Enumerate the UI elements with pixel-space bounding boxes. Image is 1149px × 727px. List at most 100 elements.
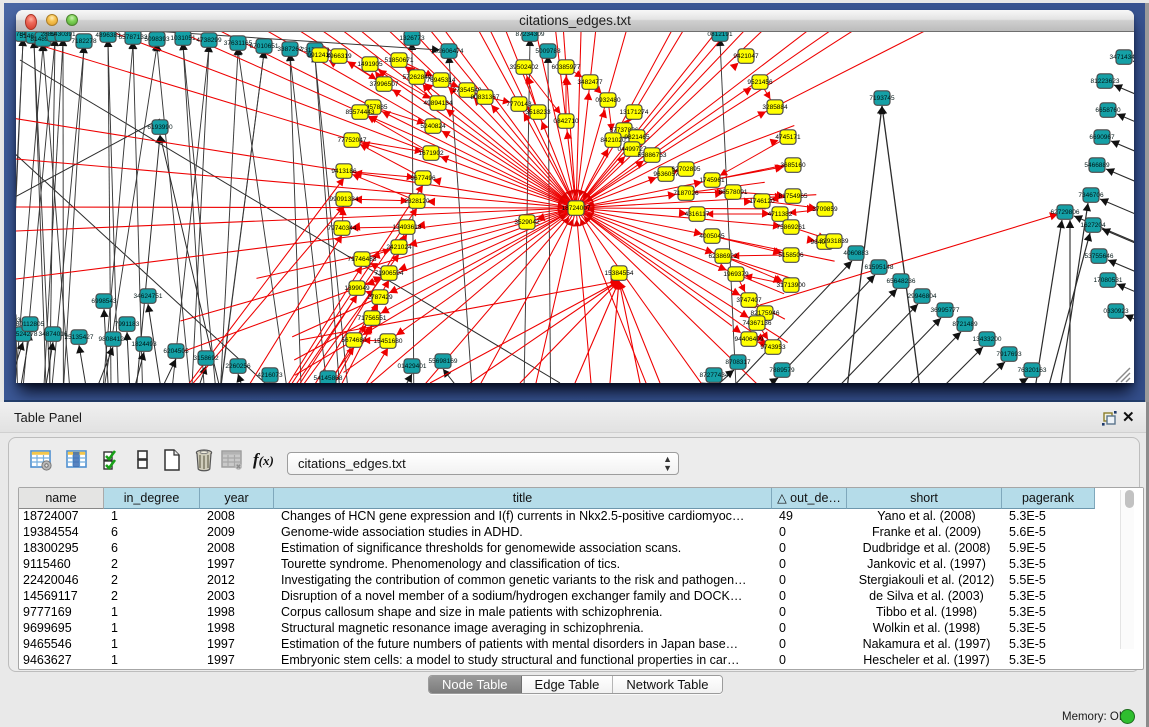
svg-text:5674680: 5674680 <box>341 337 367 344</box>
svg-text:75869261: 75869261 <box>777 224 806 231</box>
svg-text:1671902: 1671902 <box>418 150 444 157</box>
svg-text:55698169: 55698169 <box>429 358 458 365</box>
svg-text:6998543: 6998543 <box>91 298 117 305</box>
svg-text:76945314: 76945314 <box>427 77 456 84</box>
svg-text:3387262: 3387262 <box>277 46 303 53</box>
svg-text:13433200: 13433200 <box>973 336 1002 343</box>
svg-text:4711382: 4711382 <box>768 211 793 218</box>
svg-text:85574443: 85574443 <box>346 109 375 116</box>
svg-text:4005045: 4005045 <box>699 233 725 240</box>
svg-text:87277434: 87277434 <box>700 372 729 379</box>
svg-text:7346706: 7346706 <box>1078 192 1104 199</box>
svg-text:31713900: 31713900 <box>777 282 806 289</box>
svg-text:67010651: 67010651 <box>250 43 279 50</box>
svg-text:71756551: 71756551 <box>358 315 387 322</box>
svg-text:7991183: 7991183 <box>115 321 140 328</box>
svg-text:7917693: 7917693 <box>996 351 1022 358</box>
svg-text:18724007: 18724007 <box>562 205 591 212</box>
svg-text:55886753: 55886753 <box>638 152 667 159</box>
svg-text:02606474: 02606474 <box>435 48 464 55</box>
svg-text:99091334: 99091334 <box>330 196 359 203</box>
svg-text:25135427: 25135427 <box>65 334 94 341</box>
svg-text:4738299: 4738299 <box>196 37 222 44</box>
svg-text:6690967: 6690967 <box>1089 134 1115 141</box>
svg-text:3158692: 3158692 <box>193 355 219 362</box>
svg-text:32931839: 32931839 <box>820 238 849 245</box>
svg-text:4316117: 4316117 <box>685 211 710 218</box>
svg-text:36995777: 36995777 <box>931 307 960 314</box>
svg-text:2260256: 2260256 <box>225 363 251 370</box>
svg-text:39502402: 39502402 <box>510 64 539 71</box>
svg-text:9521456: 9521456 <box>747 79 773 86</box>
svg-text:7193745: 7193745 <box>869 95 895 102</box>
svg-text:37996507: 37996507 <box>370 81 399 88</box>
svg-text:1627204: 1627204 <box>1080 222 1106 229</box>
svg-text:4966319: 4966319 <box>326 53 352 60</box>
svg-text:77752047: 77752047 <box>338 137 367 144</box>
svg-text:7543303: 7543303 <box>16 317 21 324</box>
svg-text:0812191: 0812191 <box>707 32 733 38</box>
svg-text:98084124: 98084124 <box>99 336 128 343</box>
svg-text:7770143: 7770143 <box>506 101 532 108</box>
svg-text:74367136: 74367136 <box>743 320 772 327</box>
svg-text:4216073: 4216073 <box>257 372 283 379</box>
svg-text:1745961: 1745961 <box>699 177 725 184</box>
svg-text:5098393: 5098393 <box>144 36 170 43</box>
svg-text:3747407: 3747407 <box>736 297 762 304</box>
svg-text:51850671: 51850671 <box>385 57 414 64</box>
svg-text:34874016: 34874016 <box>39 331 68 338</box>
svg-text:2328120: 2328120 <box>404 198 430 205</box>
svg-text:8421020: 8421020 <box>600 137 626 144</box>
svg-text:65648236: 65648236 <box>887 278 916 285</box>
svg-text:62729806: 62729806 <box>1051 209 1080 216</box>
svg-text:62386922: 62386922 <box>709 253 738 260</box>
svg-text:81223623: 81223623 <box>1091 78 1120 85</box>
svg-text:71906594: 71906594 <box>375 270 404 277</box>
svg-text:15384554: 15384554 <box>605 270 634 277</box>
svg-text:1399049: 1399049 <box>344 285 370 292</box>
svg-text:9821465: 9821465 <box>624 134 650 141</box>
svg-text:53755646: 53755646 <box>1085 253 1114 260</box>
svg-text:2787429: 2787429 <box>367 294 393 301</box>
svg-text:34714345: 34714345 <box>1110 54 1134 61</box>
svg-text:3685160: 3685160 <box>780 162 806 169</box>
svg-text:4896383: 4896383 <box>95 32 121 39</box>
svg-text:29946804: 29946804 <box>908 293 937 300</box>
svg-text:7889579: 7889579 <box>769 367 795 374</box>
svg-text:9743953: 9743953 <box>760 344 786 351</box>
svg-text:94406409: 94406409 <box>735 336 764 343</box>
svg-text:0842710: 0842710 <box>553 118 579 125</box>
svg-text:71746488: 71746488 <box>348 256 377 263</box>
svg-text:4060883: 4060883 <box>843 250 869 257</box>
svg-text:79740344: 79740344 <box>328 225 357 232</box>
svg-text:3709859: 3709859 <box>812 206 838 213</box>
svg-text:00524278: 00524278 <box>16 331 38 338</box>
svg-text:3518233: 3518233 <box>525 109 551 116</box>
svg-text:76320163: 76320163 <box>1018 367 1047 374</box>
svg-text:49894134: 49894134 <box>424 100 453 107</box>
svg-text:3285884: 3285884 <box>762 104 788 111</box>
svg-text:61595148: 61595148 <box>865 264 894 271</box>
svg-text:1326773: 1326773 <box>399 35 425 42</box>
svg-text:86578091: 86578091 <box>719 189 748 196</box>
svg-text:9413186: 9413186 <box>331 168 357 175</box>
svg-text:2421024: 2421024 <box>386 244 412 251</box>
svg-text:6204505: 6204505 <box>163 348 189 355</box>
svg-text:80831367: 80831367 <box>471 94 500 101</box>
svg-text:1969379: 1969379 <box>723 271 749 278</box>
svg-text:62702895: 62702895 <box>672 166 701 173</box>
svg-text:6658760: 6658760 <box>1095 107 1121 114</box>
svg-text:8708317: 8708317 <box>725 359 751 366</box>
svg-text:5240824: 5240824 <box>420 123 446 130</box>
svg-text:5466889: 5466889 <box>1084 162 1110 169</box>
svg-text:1746120: 1746120 <box>749 198 775 205</box>
svg-text:3482477: 3482477 <box>577 79 603 86</box>
svg-text:9421047: 9421047 <box>733 53 759 60</box>
svg-text:1031051: 1031051 <box>170 35 196 42</box>
svg-text:7182278: 7182278 <box>71 38 97 45</box>
svg-text:3529042: 3529042 <box>514 219 540 226</box>
svg-text:6193990: 6193990 <box>147 124 173 131</box>
svg-text:5158506: 5158506 <box>778 252 804 259</box>
svg-text:8721489: 8721489 <box>952 321 978 328</box>
svg-text:17080531: 17080531 <box>1094 277 1123 284</box>
